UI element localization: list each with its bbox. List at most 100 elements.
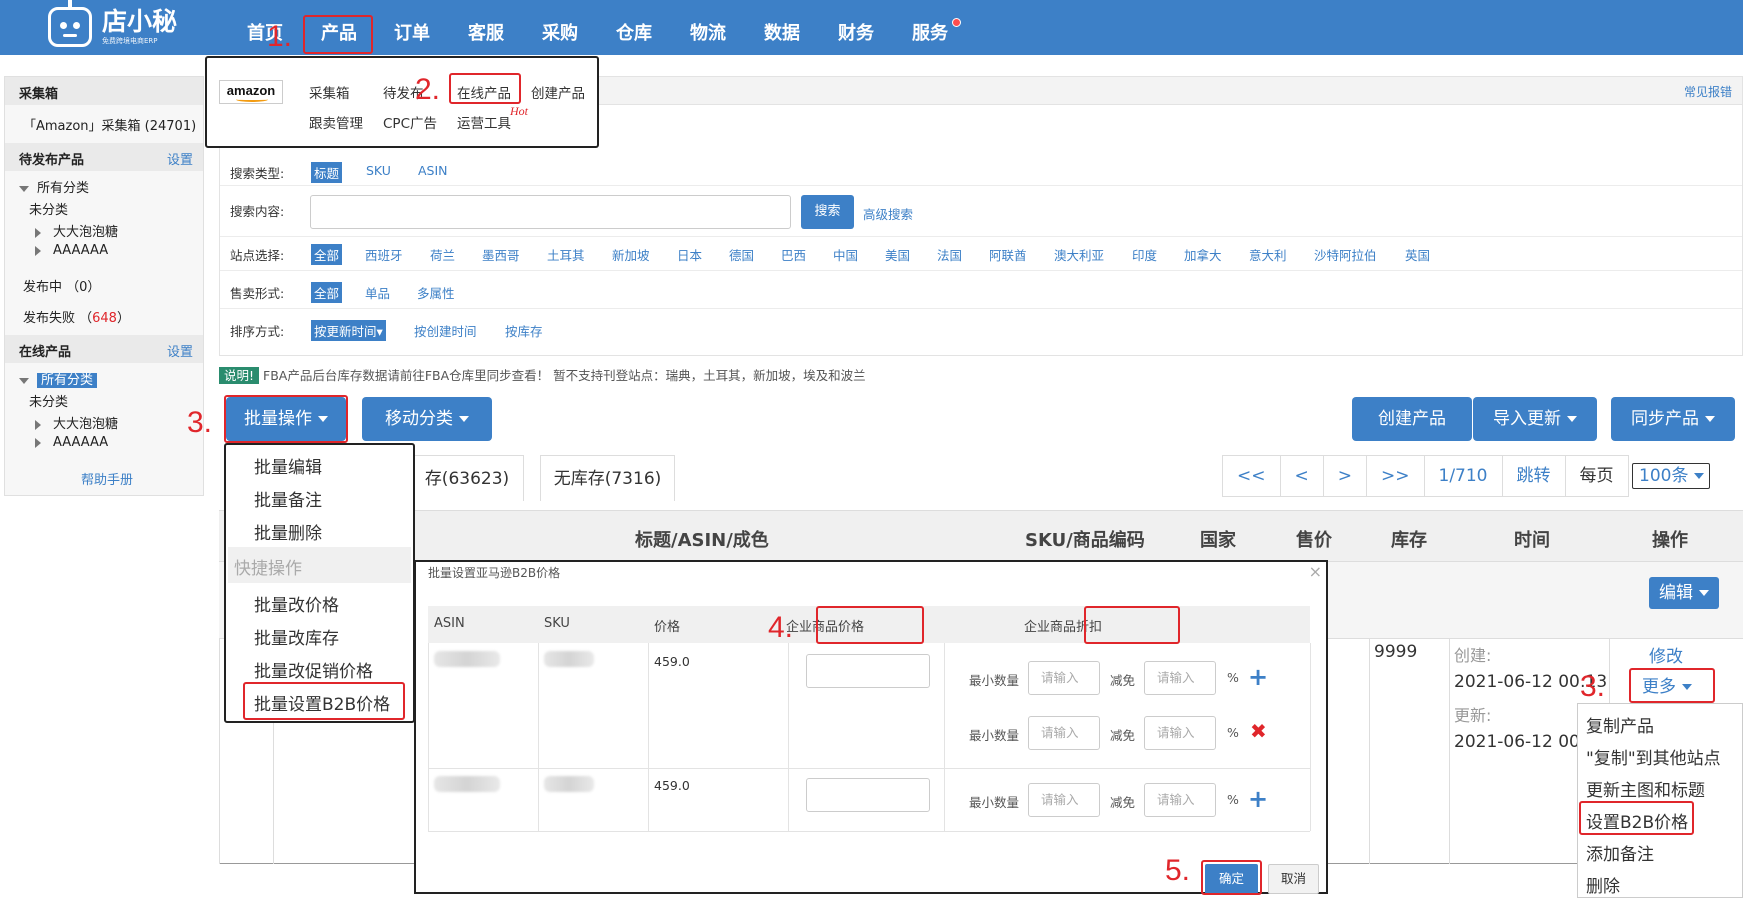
search-button[interactable]: 搜索 [801,195,854,229]
sidebar-item-amazon-collect[interactable]: 「Amazon」采集箱 (24701) [23,115,196,134]
search-input[interactable] [310,195,791,229]
site-china[interactable]: 中国 [833,245,858,264]
row2-min-qty-input[interactable]: 请输入 [1028,783,1100,817]
page-last-button[interactable]: >> [1367,456,1425,496]
notice-text: FBA产品后台库存数据请前往FBA仓库里同步查看！ 暂不支持刊登站点：瑞典，土耳… [263,368,866,383]
menu-cpc-ads[interactable]: CPC广告 [383,112,437,132]
row-modify-link[interactable]: 修改 [1649,642,1683,667]
sort-by-create[interactable]: 按创建时间 [414,321,477,340]
row-edit-button[interactable]: 编辑 [1649,577,1719,609]
nav-orders[interactable]: 订单 [394,0,430,55]
search-type-title[interactable]: 标题 [311,162,343,183]
site-germany[interactable]: 德国 [729,245,754,264]
site-uk[interactable]: 英国 [1405,245,1430,264]
site-mexico[interactable]: 墨西哥 [482,245,520,264]
sidebar-online-uncat[interactable]: 未分类 [29,391,68,410]
row1-biz-price-input[interactable] [806,654,930,688]
sync-product-button[interactable]: 同步产品 [1611,397,1735,441]
nav-data[interactable]: 数据 [764,0,800,55]
site-india[interactable]: 印度 [1132,245,1157,264]
row1b-min-qty-input[interactable]: 请输入 [1028,716,1100,750]
sidebar-online-settings-link[interactable]: 设置 [167,341,193,360]
plus-icon[interactable]: + [1248,787,1268,811]
batch-change-promo-item[interactable]: 批量改促销价格 [254,657,373,682]
tab-no-stock[interactable]: 无库存(7316) [540,455,675,501]
nav-finance[interactable]: 财务 [838,0,874,55]
sidebar-pending-settings-link[interactable]: 设置 [167,149,193,168]
page-prev-button[interactable]: < [1281,456,1324,496]
tab-in-stock[interactable]: 存(63623) [410,455,524,501]
batch-delete-item[interactable]: 批量删除 [254,519,322,544]
close-icon[interactable]: × [1309,562,1322,581]
row1b-discount-input[interactable]: 请输入 [1144,716,1216,750]
sidebar-pending-cat1[interactable]: 大大泡泡糖 [35,221,118,240]
site-spain[interactable]: 西班牙 [365,245,403,264]
sort-by-update[interactable]: 按更新时间▾ [311,320,386,341]
nav-warehouse[interactable]: 仓库 [616,0,652,55]
sale-type-multi[interactable]: 多属性 [417,283,455,302]
batch-change-stock-item[interactable]: 批量改库存 [254,624,339,649]
row1-discount-input[interactable]: 请输入 [1144,661,1216,695]
sidebar-pending-uncat[interactable]: 未分类 [29,199,68,218]
per-page-select[interactable]: 100条 [1632,463,1710,489]
sidebar-online-all[interactable]: 所有分类 [19,369,98,388]
menu-create-product[interactable]: 创建产品 [531,82,585,102]
advanced-search-link[interactable]: 高级搜索 [863,204,913,223]
nav-logistics[interactable]: 物流 [690,0,726,55]
sidebar-publishing[interactable]: 发布中 （0） [23,276,100,295]
sidebar-online-cat1[interactable]: 大大泡泡糖 [35,413,118,432]
menu-collect-box[interactable]: 采集箱 [309,82,350,102]
nav-purchase[interactable]: 采购 [542,0,578,55]
site-uae[interactable]: 阿联酋 [989,245,1027,264]
page-next-button[interactable]: > [1324,456,1367,496]
batch-note-item[interactable]: 批量备注 [254,486,322,511]
search-type-sku[interactable]: SKU [366,163,391,178]
highlight-box-b2b [243,682,405,720]
site-netherlands[interactable]: 荷兰 [430,245,455,264]
create-product-button[interactable]: 创建产品 [1352,397,1472,441]
delete-item[interactable]: 删除 [1586,872,1620,897]
site-france[interactable]: 法国 [937,245,962,264]
site-usa[interactable]: 美国 [885,245,910,264]
import-update-button[interactable]: 导入更新 [1473,397,1597,441]
nav-customer-service[interactable]: 客服 [468,0,504,55]
site-turkey[interactable]: 土耳其 [547,245,585,264]
page-jump-button[interactable]: 跳转 [1503,456,1566,496]
row2-discount-input[interactable]: 请输入 [1144,783,1216,817]
page-first-button[interactable]: << [1223,456,1281,496]
site-canada[interactable]: 加拿大 [1184,245,1222,264]
sidebar-failed[interactable]: 发布失败 （648） [23,307,130,326]
row1-min-qty-input[interactable]: 请输入 [1028,661,1100,695]
logo[interactable]: 店小秘 免费跨境电商ERP [48,0,177,50]
batch-change-price-item[interactable]: 批量改价格 [254,591,339,616]
site-italy[interactable]: 意大利 [1249,245,1287,264]
menu-ops-tools[interactable]: 运营工具 [457,112,511,132]
site-brazil[interactable]: 巴西 [781,245,806,264]
site-saudi[interactable]: 沙特阿拉伯 [1314,245,1377,264]
site-japan[interactable]: 日本 [677,245,702,264]
copy-to-site-item[interactable]: "复制"到其他站点 [1586,744,1721,769]
sidebar-pending-all[interactable]: 所有分类 [19,177,89,196]
site-singapore[interactable]: 新加坡 [612,245,650,264]
batch-edit-item[interactable]: 批量编辑 [254,453,322,478]
sidebar-online-cat2[interactable]: AAAAAA [35,435,108,450]
site-all[interactable]: 全部 [311,244,343,265]
row2-biz-price-input[interactable] [806,778,930,812]
menu-follow-sell[interactable]: 跟卖管理 [309,112,363,132]
sale-type-single[interactable]: 单品 [365,283,390,302]
sale-type-all[interactable]: 全部 [311,282,343,303]
sidebar-pending-cat2[interactable]: AAAAAA [35,243,108,258]
update-image-title-item[interactable]: 更新主图和标题 [1586,776,1705,801]
sort-by-stock[interactable]: 按库存 [505,321,543,340]
faq-link[interactable]: 常见报错 [1684,83,1732,100]
site-australia[interactable]: 澳大利亚 [1054,245,1104,264]
delete-icon[interactable]: ✖ [1250,721,1267,741]
add-note-item[interactable]: 添加备注 [1586,840,1654,865]
nav-service[interactable]: 服务 [912,0,948,55]
move-category-button[interactable]: 移动分类 [362,397,492,441]
search-type-asin[interactable]: ASIN [418,163,448,178]
copy-product-item[interactable]: 复制产品 [1586,712,1654,737]
cancel-button[interactable]: 取消 [1268,864,1319,894]
sidebar-help-link[interactable]: 帮助手册 [81,469,133,488]
plus-icon[interactable]: + [1248,665,1268,689]
